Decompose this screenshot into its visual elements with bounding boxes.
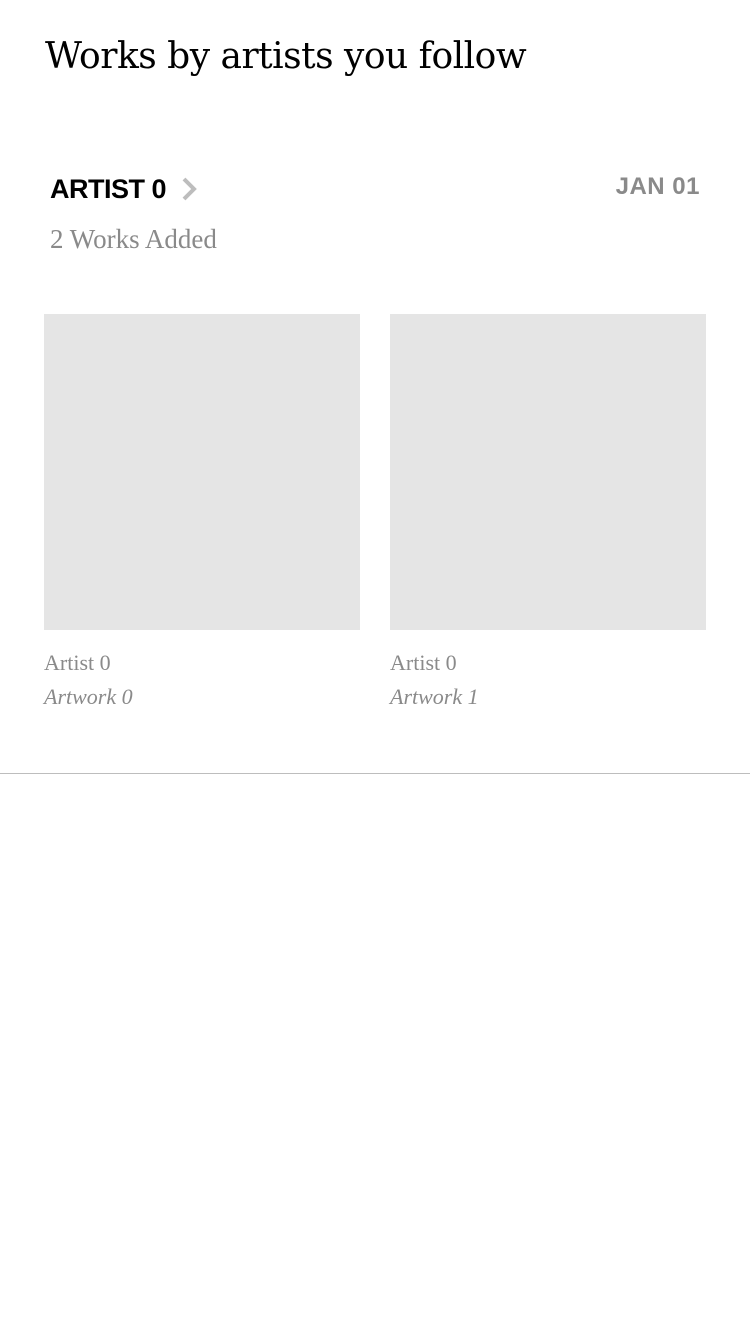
works-added-count: 2 Works Added: [50, 224, 217, 254]
artist-name-link[interactable]: ARTIST 0: [50, 170, 198, 208]
artwork-artist-name: Artist 0: [44, 650, 111, 675]
artist-name: ARTIST 0: [50, 174, 167, 204]
artwork-image-placeholder[interactable]: [44, 314, 360, 630]
artwork-artist-name: Artist 0: [390, 650, 457, 675]
artwork-title: Artwork 1: [390, 684, 479, 709]
artwork-card[interactable]: Artist 0 Artwork 0: [44, 314, 360, 712]
artwork-title: Artwork 0: [44, 684, 133, 709]
artwork-image-placeholder[interactable]: [390, 314, 706, 630]
page-title: Works by artists you follow: [45, 36, 527, 77]
date-label: JAN 01: [615, 173, 700, 200]
artwork-card[interactable]: Artist 0 Artwork 1: [390, 314, 706, 712]
artist-group-header: ARTIST 0 JAN 01 2 Works Added: [50, 170, 700, 270]
chevron-right-icon: [180, 176, 198, 202]
section-divider: [0, 773, 750, 774]
